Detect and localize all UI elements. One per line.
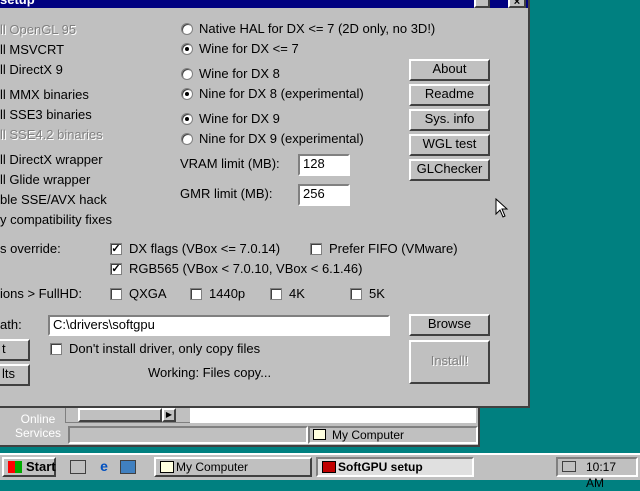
dialog-titlebar[interactable] xyxy=(0,0,528,8)
channels-icon[interactable] xyxy=(120,460,136,474)
sys-info-button[interactable]: Sys. info xyxy=(409,109,490,131)
minimize-button[interactable] xyxy=(474,0,490,8)
taskbar-task-label: SoftGPU setup xyxy=(338,460,423,474)
vram-limit-label: VRAM limit (MB): xyxy=(180,156,280,171)
option-sse-avx-hack-label[interactable]: ble SSE/AVX hack xyxy=(0,192,107,207)
explorer-content-area xyxy=(190,407,476,423)
network-icon[interactable] xyxy=(562,461,576,472)
4k-checkbox[interactable] xyxy=(270,288,282,300)
radio-wine-dx8-label[interactable]: Wine for DX 8 xyxy=(199,66,280,81)
desktop-icon[interactable] xyxy=(70,460,86,474)
taskbar-my-computer[interactable]: My Computer xyxy=(154,457,312,477)
mouse-cursor-icon xyxy=(495,198,509,218)
start-label: Start xyxy=(26,459,56,474)
radio-nine-dx9-label[interactable]: Nine for DX 9 (experimental) xyxy=(199,131,364,146)
rgb565-checkbox[interactable]: ✓ xyxy=(110,263,122,275)
prefer-fifo-label[interactable]: Prefer FIFO (VMware) xyxy=(329,241,458,256)
radio-wine-dx8[interactable] xyxy=(181,68,193,80)
close-icon: × xyxy=(513,0,521,8)
gmr-limit-label: GMR limit (MB): xyxy=(180,186,273,201)
radio-wine-dx7-label[interactable]: Wine for DX <= 7 xyxy=(199,41,299,56)
browse-button[interactable]: Browse xyxy=(409,314,490,336)
option-directx9-label[interactable]: ll DirectX 9 xyxy=(0,62,63,77)
1440p-label[interactable]: 1440p xyxy=(209,286,245,301)
5k-checkbox[interactable] xyxy=(350,288,362,300)
4k-label[interactable]: 4K xyxy=(289,286,305,301)
option-dx-wrapper-label[interactable]: ll DirectX wrapper xyxy=(0,152,103,167)
qxga-label[interactable]: QXGA xyxy=(129,286,167,301)
radio-native-hal[interactable] xyxy=(181,23,193,35)
qxga-checkbox[interactable] xyxy=(110,288,122,300)
copy-only-label[interactable]: Don't install driver, only copy files xyxy=(69,341,260,356)
copy-only-checkbox[interactable] xyxy=(50,343,62,355)
vram-limit-input[interactable]: 128 xyxy=(298,154,350,176)
option-msvcrt-label[interactable]: ll MSVCRT xyxy=(0,42,64,57)
internet-explorer-icon[interactable]: e xyxy=(96,459,112,474)
radio-wine-dx7[interactable] xyxy=(181,43,193,55)
glchecker-button[interactable]: GLChecker xyxy=(409,159,490,181)
status-text: Working: Files copy... xyxy=(148,365,272,380)
readme-button[interactable]: Readme xyxy=(409,84,490,106)
gmr-limit-input[interactable]: 256 xyxy=(298,184,350,206)
path-label: ath: xyxy=(0,317,22,332)
radio-nine-dx8[interactable] xyxy=(181,88,193,100)
windows-logo-icon xyxy=(8,461,22,473)
left-cutoff-button-2[interactable]: lts xyxy=(0,364,30,386)
dialog-title: setup xyxy=(0,0,35,7)
dx-flags-label[interactable]: DX flags (VBox <= 7.0.14) xyxy=(129,241,280,256)
fullhd-label: ions > FullHD: xyxy=(0,286,82,301)
softgpu-icon xyxy=(322,461,336,473)
option-compat-fixes-label[interactable]: y compatibility fixes xyxy=(0,212,112,227)
wgl-test-button[interactable]: WGL test xyxy=(409,134,490,156)
computer-icon xyxy=(160,461,174,473)
scrollbar-thumb[interactable] xyxy=(78,408,162,422)
about-button[interactable]: About xyxy=(409,59,490,81)
option-opengl95-label[interactable]: ll OpenGL 95 xyxy=(0,22,76,37)
option-sse3-label[interactable]: ll SSE3 binaries xyxy=(0,107,92,122)
desktop-icon-online-services[interactable]: Online Services xyxy=(8,412,68,440)
status-bar-label: My Computer xyxy=(332,428,405,442)
prefer-fifo-checkbox[interactable] xyxy=(310,243,322,255)
dx-flags-checkbox[interactable]: ✓ xyxy=(110,243,122,255)
install-button[interactable]: Install! xyxy=(409,340,490,384)
override-label: s override: xyxy=(0,241,61,256)
taskbar-softgpu-setup[interactable]: SoftGPU setup xyxy=(316,457,474,477)
taskbar-task-label: My Computer xyxy=(176,460,249,474)
system-tray: 10:17 AM xyxy=(556,457,638,490)
radio-nine-dx8-label[interactable]: Nine for DX 8 (experimental) xyxy=(199,86,364,101)
5k-label[interactable]: 5K xyxy=(369,286,385,301)
radio-wine-dx9-label[interactable]: Wine for DX 9 xyxy=(199,111,280,126)
option-sse42-label[interactable]: ll SSE4.2 binaries xyxy=(0,127,103,142)
radio-native-hal-label[interactable]: Native HAL for DX <= 7 (2D only, no 3D!) xyxy=(199,21,435,36)
start-button[interactable]: Start xyxy=(2,457,56,477)
radio-nine-dx9[interactable] xyxy=(181,133,193,145)
option-mmx-label[interactable]: ll MMX binaries xyxy=(0,87,89,102)
clock[interactable]: 10:17 AM xyxy=(586,459,636,491)
path-input[interactable]: C:\drivers\softgpu xyxy=(48,315,390,336)
status-bar-left xyxy=(68,426,308,444)
radio-wine-dx9[interactable] xyxy=(181,113,193,125)
1440p-checkbox[interactable] xyxy=(190,288,202,300)
option-glide-wrapper-label[interactable]: ll Glide wrapper xyxy=(0,172,90,187)
scroll-right-icon[interactable]: ▶ xyxy=(162,408,176,422)
close-button[interactable]: × xyxy=(508,0,526,8)
rgb565-label[interactable]: RGB565 (VBox < 7.0.10, VBox < 6.1.46) xyxy=(129,261,362,276)
computer-icon xyxy=(313,429,326,440)
left-cutoff-button-1[interactable]: t xyxy=(0,339,30,361)
